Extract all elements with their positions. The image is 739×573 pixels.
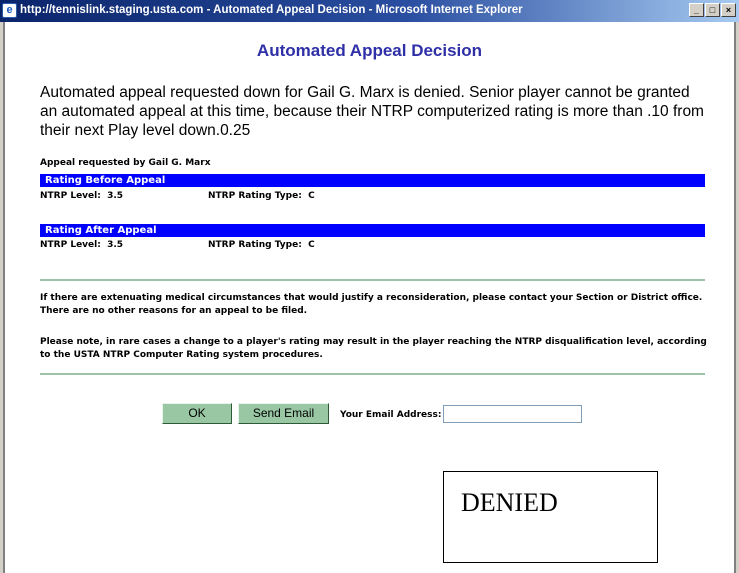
rating-before-row: NTRP Level: 3.5 NTRP Rating Type: C <box>40 191 315 201</box>
minimize-button[interactable]: _ <box>689 3 704 17</box>
requested-by-text: Appeal requested by Gail G. Marx <box>40 158 211 168</box>
ntrp-level-after: NTRP Level: 3.5 <box>40 240 124 250</box>
rating-after-header: Rating After Appeal <box>40 224 705 237</box>
close-button[interactable]: × <box>721 3 736 17</box>
ntrp-type-after: NTRP Rating Type: C <box>208 240 315 250</box>
ok-button[interactable]: OK <box>162 403 232 424</box>
email-input[interactable] <box>443 405 582 423</box>
frame-right-edge <box>734 22 736 573</box>
maximize-button[interactable]: □ <box>705 3 720 17</box>
window-title: http://tennislink.staging.usta.com - Aut… <box>20 4 523 16</box>
ntrp-type-before: NTRP Rating Type: C <box>208 191 315 201</box>
rating-before-header: Rating Before Appeal <box>40 174 705 187</box>
ntrp-level-before: NTRP Level: 3.5 <box>40 191 124 201</box>
medical-note: If there are extenuating medical circums… <box>40 293 703 316</box>
divider <box>40 279 705 281</box>
decision-message: Automated appeal requested down for Gail… <box>40 84 704 139</box>
disqualification-note: Please note, in rare cases a change to a… <box>40 337 707 360</box>
divider <box>40 373 705 375</box>
window-titlebar[interactable]: e http://tennislink.staging.usta.com - A… <box>0 0 739 22</box>
internet-explorer-icon: e <box>2 3 17 18</box>
email-label: Your Email Address: <box>340 410 442 420</box>
rating-after-row: NTRP Level: 3.5 NTRP Rating Type: C <box>40 240 315 250</box>
page-title: Automated Appeal Decision <box>256 41 483 60</box>
frame-left-edge <box>3 22 5 573</box>
window-controls: _ □ × <box>688 3 736 17</box>
denied-stamp-text: DENIED <box>461 488 558 517</box>
send-email-button[interactable]: Send Email <box>238 403 329 424</box>
